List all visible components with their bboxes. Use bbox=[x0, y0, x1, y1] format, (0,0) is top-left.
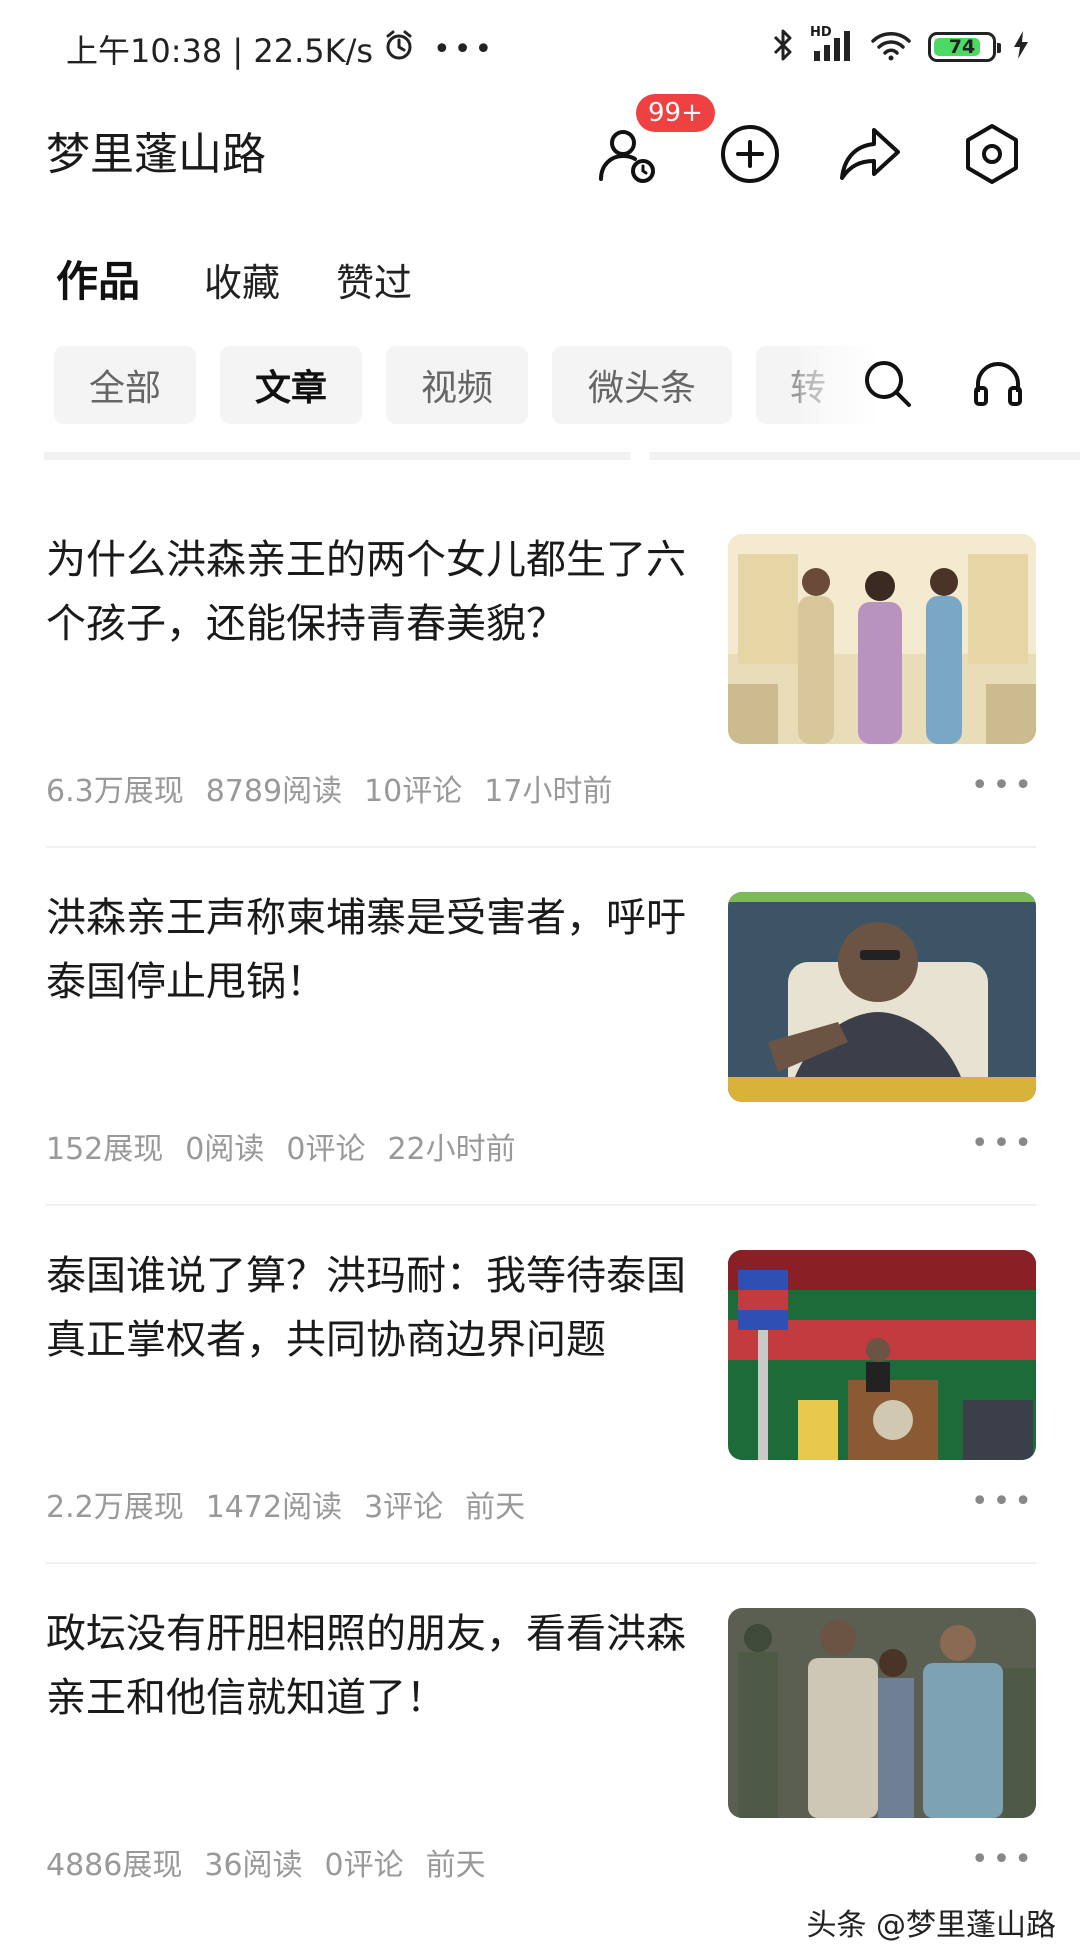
share-button[interactable] bbox=[834, 120, 906, 192]
article-thumbnail[interactable] bbox=[728, 1608, 1036, 1818]
share-arrow-icon bbox=[838, 124, 902, 188]
article-title[interactable]: 泰国谁说了算？洪玛耐：我等待泰国真正掌权者，共同协商边界问题 bbox=[46, 1244, 706, 1372]
article-stats: 152展现 0阅读 0评论 22小时前 bbox=[46, 1124, 516, 1168]
signal-icon: HD bbox=[810, 25, 854, 65]
article-stats: 6.3万展现 8789阅读 10评论 17小时前 bbox=[46, 766, 612, 810]
comments: 3评论 bbox=[364, 1490, 444, 1525]
comments: 0评论 bbox=[324, 1848, 404, 1883]
comments: 10评论 bbox=[364, 774, 463, 809]
search-icon bbox=[862, 358, 914, 414]
filter-micro-posts[interactable]: 微头条 bbox=[552, 346, 732, 424]
reads: 1472阅读 bbox=[205, 1490, 343, 1525]
publish-time: 前天 bbox=[425, 1848, 486, 1883]
filter-chips: 全部 文章 视频 微头条 转 bbox=[0, 346, 1080, 426]
search-button[interactable] bbox=[856, 354, 920, 418]
article-item[interactable]: 为什么洪森亲王的两个女儿都生了六个孩子，还能保持青春美貌？ 6.3万展现 878… bbox=[0, 528, 1080, 886]
network-label: HD bbox=[810, 25, 832, 40]
profile-header: 梦里蓬山路 99+ bbox=[0, 94, 1080, 220]
more-options-button[interactable]: ••• bbox=[971, 1842, 1036, 1877]
page-title: 梦里蓬山路 bbox=[46, 129, 266, 180]
article-stats: 4886展现 36阅读 0评论 前天 bbox=[46, 1840, 486, 1884]
tab-favorites[interactable]: 收藏 bbox=[204, 252, 280, 307]
tab-works[interactable]: 作品 bbox=[56, 248, 140, 309]
comments: 0评论 bbox=[286, 1132, 366, 1167]
listen-button[interactable] bbox=[966, 354, 1030, 418]
status-right: HD 74 bbox=[772, 25, 1030, 66]
section-divider bbox=[650, 452, 1080, 460]
charging-icon bbox=[1012, 30, 1030, 64]
alarm-icon bbox=[383, 29, 415, 69]
more-options-button[interactable]: ••• bbox=[971, 1484, 1036, 1519]
status-time-speed: 上午10:38 | 22.5K/s bbox=[66, 32, 374, 70]
article-title[interactable]: 洪森亲王声称柬埔寨是受害者，呼吁泰国停止甩锅！ bbox=[46, 886, 706, 1014]
article-stats: 2.2万展现 1472阅读 3评论 前天 bbox=[46, 1482, 525, 1526]
reads: 0阅读 bbox=[185, 1132, 265, 1167]
article-thumbnail[interactable] bbox=[728, 892, 1036, 1102]
notification-badge: 99+ bbox=[636, 94, 715, 132]
article-thumbnail[interactable] bbox=[728, 1250, 1036, 1460]
main-tabs: 作品 收藏 赞过 bbox=[0, 248, 1080, 318]
impressions: 4886展现 bbox=[46, 1848, 183, 1883]
status-more-icon: ••• bbox=[433, 31, 496, 67]
article-thumbnail[interactable] bbox=[728, 534, 1036, 744]
publish-time: 17小时前 bbox=[484, 774, 613, 809]
more-options-button[interactable]: ••• bbox=[971, 1126, 1036, 1161]
bluetooth-icon bbox=[772, 28, 794, 66]
section-divider bbox=[44, 452, 630, 460]
battery-level: 74 bbox=[948, 36, 976, 58]
filter-articles[interactable]: 文章 bbox=[220, 346, 362, 424]
chips-fade bbox=[800, 346, 1080, 426]
publish-time: 22小时前 bbox=[387, 1132, 516, 1167]
reads: 8789阅读 bbox=[205, 774, 343, 809]
row-divider bbox=[46, 1562, 1036, 1564]
add-button[interactable] bbox=[714, 120, 786, 192]
article-item[interactable]: 洪森亲王声称柬埔寨是受害者，呼吁泰国停止甩锅！ 152展现 0阅读 0评论 22… bbox=[0, 886, 1080, 1244]
watermark: 头条 @梦里蓬山路 bbox=[806, 1908, 1056, 1943]
publish-time: 前天 bbox=[465, 1490, 526, 1525]
more-options-button[interactable]: ••• bbox=[971, 768, 1036, 803]
row-divider bbox=[46, 846, 1036, 848]
battery-icon: 74 bbox=[928, 32, 1001, 62]
settings-button[interactable] bbox=[956, 120, 1028, 192]
plus-circle-icon bbox=[719, 123, 781, 189]
impressions: 152展现 bbox=[46, 1132, 164, 1167]
headphones-icon bbox=[972, 358, 1024, 414]
filter-videos[interactable]: 视频 bbox=[386, 346, 528, 424]
article-item[interactable]: 泰国谁说了算？洪玛耐：我等待泰国真正掌权者，共同协商边界问题 2.2万展现 14… bbox=[0, 1244, 1080, 1602]
reads: 36阅读 bbox=[204, 1848, 303, 1883]
filter-all[interactable]: 全部 bbox=[54, 346, 196, 424]
article-title[interactable]: 为什么洪森亲王的两个女儿都生了六个孩子，还能保持青春美貌？ bbox=[46, 528, 706, 656]
row-divider bbox=[46, 1204, 1036, 1206]
article-title[interactable]: 政坛没有肝胆相照的朋友，看看洪森亲王和他信就知道了！ bbox=[46, 1602, 706, 1730]
wifi-icon bbox=[870, 29, 912, 65]
settings-hexagon-icon bbox=[960, 122, 1024, 190]
impressions: 6.3万展现 bbox=[46, 774, 184, 809]
status-bar: 上午10:38 | 22.5K/s ••• HD 74 bbox=[0, 0, 1080, 100]
tab-liked[interactable]: 赞过 bbox=[336, 252, 412, 307]
status-left: 上午10:38 | 22.5K/s ••• bbox=[66, 26, 495, 72]
impressions: 2.2万展现 bbox=[46, 1490, 184, 1525]
